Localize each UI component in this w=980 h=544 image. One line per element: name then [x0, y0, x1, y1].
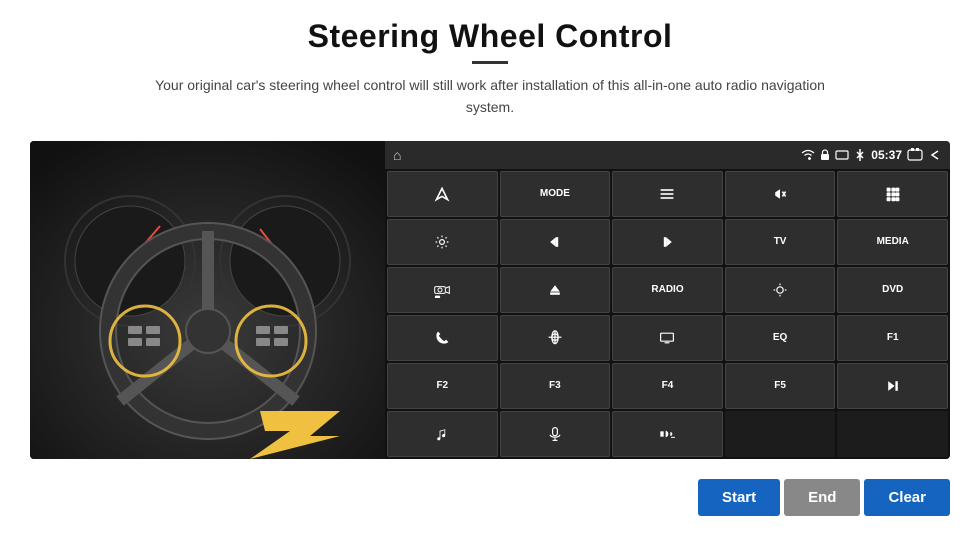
- vol-call-btn[interactable]: [612, 411, 723, 457]
- f4-btn[interactable]: F4: [612, 363, 723, 409]
- button-grid: MODE TV: [385, 169, 950, 459]
- start-button[interactable]: Start: [698, 479, 780, 516]
- content-row: ⌂ 05:37: [30, 141, 950, 471]
- tv-btn[interactable]: TV: [725, 219, 836, 265]
- f1-btn[interactable]: F1: [837, 315, 948, 361]
- playpause-btn[interactable]: [837, 363, 948, 409]
- settings-btn[interactable]: [387, 219, 498, 265]
- wifi-icon: [801, 149, 815, 161]
- f2-btn[interactable]: F2: [387, 363, 498, 409]
- page-container: Steering Wheel Control Your original car…: [0, 0, 980, 544]
- f5-btn[interactable]: F5: [725, 363, 836, 409]
- clock: 05:37: [871, 148, 902, 162]
- music-btn[interactable]: [387, 411, 498, 457]
- maps-btn[interactable]: [500, 315, 611, 361]
- home-icon[interactable]: ⌂: [393, 147, 401, 163]
- status-left: ⌂: [393, 147, 401, 163]
- mic-btn[interactable]: [500, 411, 611, 457]
- lock-icon: [820, 149, 830, 161]
- prev-btn[interactable]: [500, 219, 611, 265]
- empty-btn-2: [837, 411, 948, 457]
- empty-btn-1: [725, 411, 836, 457]
- radio-btn[interactable]: RADIO: [612, 267, 723, 313]
- steering-wheel-svg: [30, 141, 385, 459]
- media-btn[interactable]: MEDIA: [837, 219, 948, 265]
- status-right: 05:37: [801, 148, 942, 162]
- cam360-btn[interactable]: 360: [387, 267, 498, 313]
- list-btn[interactable]: [612, 171, 723, 217]
- brightness-btn[interactable]: [725, 267, 836, 313]
- page-title: Steering Wheel Control: [140, 18, 840, 55]
- nav-btn[interactable]: [387, 171, 498, 217]
- apps-btn[interactable]: [837, 171, 948, 217]
- status-bar: ⌂ 05:37: [385, 141, 950, 169]
- bottom-buttons: Start End Clear: [30, 471, 950, 516]
- title-divider: [472, 61, 508, 64]
- f3-btn[interactable]: F3: [500, 363, 611, 409]
- mode-btn[interactable]: MODE: [500, 171, 611, 217]
- end-button[interactable]: End: [784, 479, 860, 516]
- eject-btn[interactable]: [500, 267, 611, 313]
- title-section: Steering Wheel Control Your original car…: [140, 18, 840, 133]
- display-btn[interactable]: [612, 315, 723, 361]
- next-btn[interactable]: [612, 219, 723, 265]
- phone-btn[interactable]: [387, 315, 498, 361]
- back-icon: [928, 148, 942, 162]
- clear-button[interactable]: Clear: [864, 479, 950, 516]
- svg-text:360: 360: [436, 295, 441, 298]
- steering-wheel-image: [30, 141, 385, 459]
- screenshot-icon: [907, 148, 923, 162]
- head-unit-panel: ⌂ 05:37: [385, 141, 950, 459]
- bluetooth-icon: [854, 148, 866, 162]
- dvd-btn[interactable]: DVD: [837, 267, 948, 313]
- eq-btn[interactable]: EQ: [725, 315, 836, 361]
- card-icon: [835, 149, 849, 161]
- subtitle: Your original car's steering wheel contr…: [140, 74, 840, 119]
- mute-btn[interactable]: [725, 171, 836, 217]
